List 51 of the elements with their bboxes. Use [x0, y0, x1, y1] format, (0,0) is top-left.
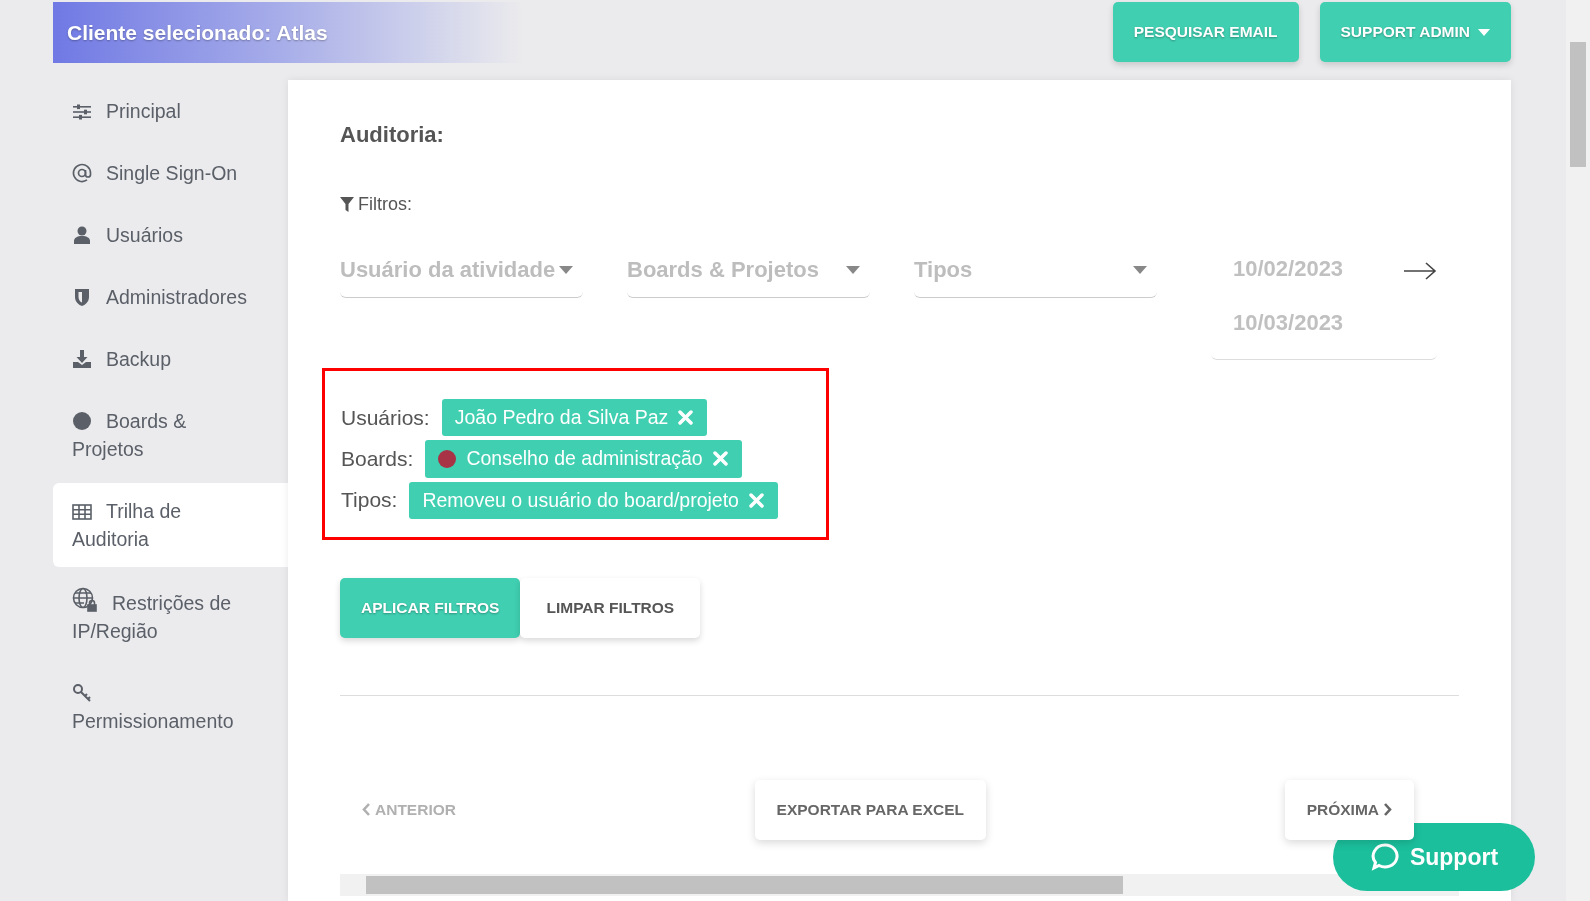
- close-icon[interactable]: [748, 492, 764, 508]
- filter-tag[interactable]: João Pedro da Silva Paz: [441, 399, 708, 437]
- vertical-scrollbar[interactable]: [1566, 0, 1590, 901]
- sidebar-item[interactable]: Usuários: [53, 207, 288, 263]
- dropdown-select[interactable]: Boards & Projetos: [627, 242, 870, 298]
- search-email-button[interactable]: PESQUISAR EMAIL: [1112, 2, 1299, 62]
- dropdown-select[interactable]: Usuário da atividade: [340, 242, 583, 298]
- chevron-right-icon: [1383, 803, 1392, 817]
- filter-tag[interactable]: Removeu o usuário do board/projeto: [409, 481, 778, 519]
- sidebar-item[interactable]: Boards & Projetos: [53, 393, 288, 477]
- chat-bubble-icon: [1369, 842, 1400, 872]
- sidebar-item[interactable]: Administradores: [53, 269, 288, 325]
- dropdown-select[interactable]: Tipos: [914, 242, 1157, 298]
- shield-icon: [72, 287, 92, 307]
- arrow-right-icon: [1403, 261, 1437, 281]
- chevron-left-icon: [362, 803, 371, 817]
- filter-tag[interactable]: Conselho de administração: [425, 440, 742, 478]
- circle-icon: [72, 411, 92, 431]
- key-icon: [72, 683, 92, 703]
- download-icon: [72, 349, 92, 369]
- filter-category-label: Boards:: [341, 446, 414, 473]
- filter-category-label: Usuários:: [341, 404, 430, 431]
- caret-icon: [559, 265, 573, 274]
- sidebar-item[interactable]: Restrições de IP/Região: [53, 573, 288, 659]
- close-icon[interactable]: [678, 410, 694, 426]
- sidebar-item[interactable]: Trilha de Auditoria: [53, 483, 288, 567]
- apply-filters-button[interactable]: APLICAR FILTROS: [340, 577, 521, 638]
- sidebar-item[interactable]: Single Sign-On: [53, 145, 288, 201]
- close-icon[interactable]: [712, 451, 728, 467]
- sidebar-item[interactable]: Backup: [53, 331, 288, 387]
- start-date-field[interactable]: 10/02/2023: [1211, 242, 1344, 296]
- filter-icon: [340, 197, 354, 212]
- caret-icon: [1133, 265, 1147, 274]
- globe-lock-icon: [72, 587, 98, 613]
- export-excel-button[interactable]: EXPORTAR PARA EXCEL: [754, 779, 987, 840]
- caret-icon: [846, 265, 860, 274]
- sliders-icon: [72, 103, 92, 121]
- page-title: Auditoria:: [340, 121, 445, 149]
- user-icon: [72, 225, 92, 245]
- sidebar-item[interactable]: Permissionamento: [53, 665, 288, 749]
- sidebar-item[interactable]: Principal: [53, 83, 288, 139]
- filter-category-label: Tipos:: [341, 487, 398, 514]
- filter-label: Filtros:: [358, 193, 412, 216]
- clear-filters-button[interactable]: LIMPAR FILTROS: [520, 577, 701, 638]
- table-icon: [72, 503, 92, 521]
- next-button[interactable]: PRÓXIMA: [1284, 779, 1414, 840]
- at-sign-icon: [72, 163, 92, 183]
- horizontal-scrollbar[interactable]: [340, 873, 1459, 896]
- end-date-field[interactable]: 10/03/2023: [1211, 296, 1344, 350]
- caret-icon: [1478, 28, 1490, 36]
- dropdown-button[interactable]: SUPPORT ADMIN: [1319, 2, 1511, 62]
